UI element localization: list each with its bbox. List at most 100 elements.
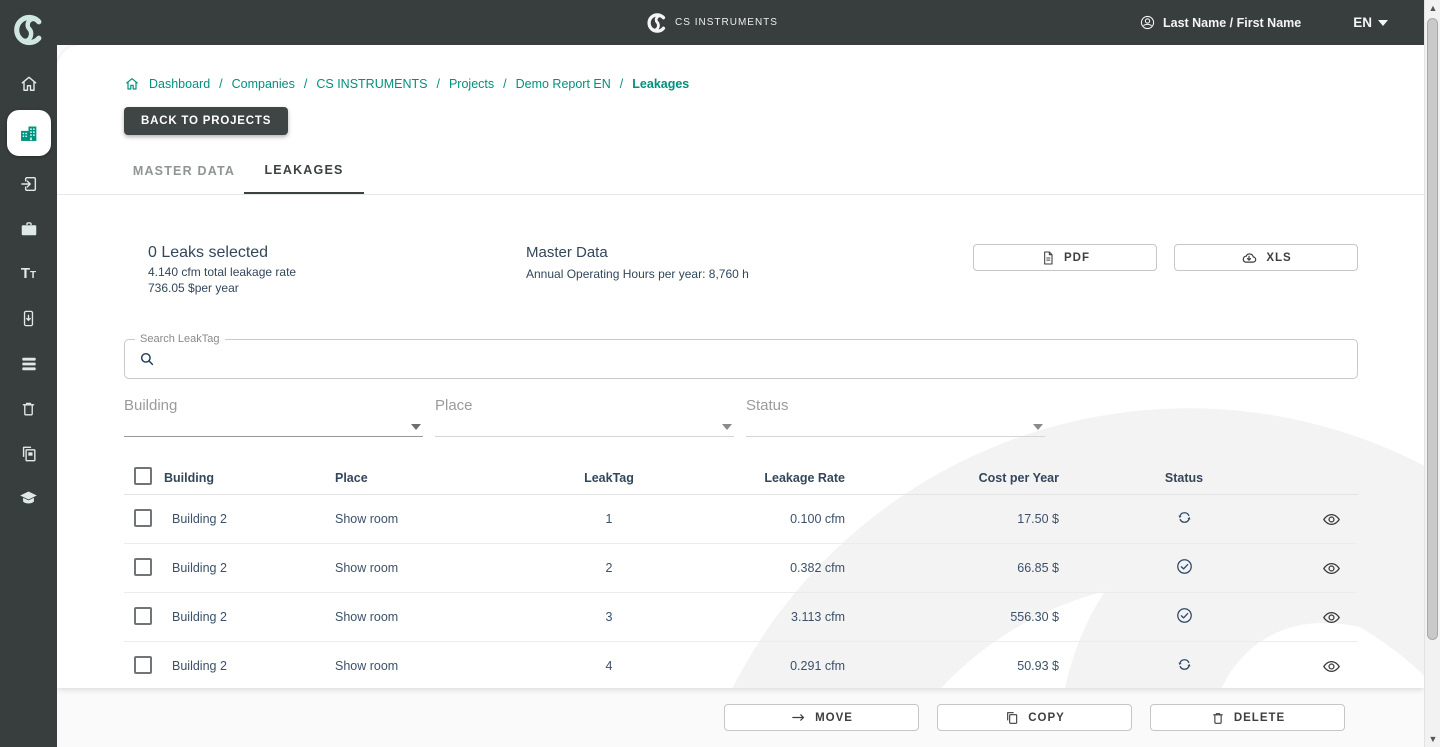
table-row: Building 2 Show room 4 0.291 cfm 50.93 $	[124, 642, 1358, 688]
eye-icon	[1322, 608, 1341, 627]
topbar: › CS INSTRUMENTS Last Name / First Name …	[0, 0, 1424, 45]
cs-logo-icon	[12, 13, 46, 47]
row-place: Show room	[324, 610, 564, 624]
sidebar-item-projects[interactable]	[7, 206, 51, 251]
view-leak-button[interactable]	[1322, 657, 1341, 676]
brand-name: CS INSTRUMENTS	[675, 17, 778, 28]
chevron-down-icon	[1033, 424, 1043, 430]
row-checkbox[interactable]	[134, 509, 152, 527]
total-leakage-rate: 4.140 cfm total leakage rate	[148, 265, 526, 280]
row-leakage-rate: 0.100 cfm	[654, 512, 849, 526]
table-header-row: Building Place LeakTag Leakage Rate Cost…	[124, 461, 1358, 495]
sidebar-item-text-format[interactable]: TT	[7, 251, 51, 296]
trash-icon	[19, 399, 38, 418]
sidebar: TT	[0, 0, 57, 747]
sidebar-item-reports[interactable]	[7, 431, 51, 476]
row-place: Show room	[324, 659, 564, 673]
list-dns-icon	[19, 354, 39, 374]
buildings-icon	[18, 123, 39, 144]
tab-leakages[interactable]: LEAKAGES	[244, 147, 364, 194]
row-building: Building 2	[164, 561, 324, 575]
breadcrumb-item[interactable]: Companies	[232, 77, 295, 91]
login-exit-icon	[19, 174, 39, 194]
eye-icon	[1322, 657, 1341, 676]
row-cost-per-year: 50.93 $	[849, 659, 1064, 673]
pdf-document-icon	[1040, 250, 1056, 266]
annual-operating-hours: Annual Operating Hours per year: 8,760 h	[526, 267, 973, 281]
copy-documents-icon	[19, 444, 39, 464]
breadcrumb-item[interactable]: Dashboard	[149, 77, 210, 91]
tab-master-data[interactable]: MASTER DATA	[124, 147, 244, 194]
breadcrumb-item[interactable]: Projects	[449, 77, 494, 91]
select-all-checkbox[interactable]	[134, 467, 152, 485]
search-input[interactable]	[156, 340, 1357, 378]
row-checkbox[interactable]	[134, 607, 152, 625]
status-filter-select[interactable]: Status	[746, 394, 1045, 437]
scrollbar-thumb[interactable]	[1427, 18, 1438, 640]
row-building: Building 2	[164, 610, 324, 624]
place-filter-select[interactable]: Place	[435, 394, 734, 437]
breadcrumb-separator: /	[503, 77, 506, 91]
row-place: Show room	[324, 512, 564, 526]
chevron-down-icon	[411, 424, 421, 430]
scroll-down-arrow-icon[interactable]: ▼	[1425, 731, 1440, 747]
search-field: Search LeakTag	[124, 339, 1358, 379]
back-to-projects-button[interactable]: BACK TO PROJECTS	[124, 107, 288, 135]
view-leak-button[interactable]	[1322, 608, 1341, 627]
sidebar-item-home[interactable]	[7, 61, 51, 106]
delete-button[interactable]: DELETE	[1150, 704, 1345, 731]
tab-bar: MASTER DATA LEAKAGES	[57, 147, 1424, 195]
place-filter-label: Place	[435, 394, 734, 414]
pdf-export-button[interactable]: PDF	[973, 244, 1157, 271]
brand: CS INSTRUMENTS	[646, 0, 778, 45]
sidebar-item-education[interactable]	[7, 476, 51, 521]
row-checkbox[interactable]	[134, 558, 152, 576]
check-circle-icon	[1175, 557, 1194, 576]
sidebar-item-list[interactable]	[7, 341, 51, 386]
chevron-down-icon	[1378, 20, 1388, 26]
column-header-place: Place	[324, 471, 564, 485]
building-filter-select[interactable]: Building	[124, 394, 423, 437]
column-header-building: Building	[164, 471, 324, 485]
column-header-cost-per-year: Cost per Year	[849, 471, 1064, 485]
sidebar-item-login[interactable]	[7, 161, 51, 206]
breadcrumb-separator: /	[620, 77, 623, 91]
cloud-download-icon	[1240, 249, 1258, 267]
move-button[interactable]: MOVE	[724, 704, 919, 731]
sync-icon	[1175, 508, 1194, 527]
row-cost-per-year: 17.50 $	[849, 512, 1064, 526]
breadcrumb-item: Leakages	[632, 77, 689, 91]
view-leak-button[interactable]	[1322, 559, 1341, 578]
user-menu[interactable]: Last Name / First Name	[1139, 14, 1301, 31]
copy-icon	[1004, 710, 1020, 726]
column-header-leakage-rate: Leakage Rate	[654, 471, 849, 485]
cost-per-year-total: 736.05 $per year	[148, 281, 526, 296]
scroll-up-arrow-icon[interactable]: ▲	[1425, 0, 1440, 16]
sidebar-item-companies[interactable]	[7, 110, 51, 156]
chevron-down-icon	[722, 424, 732, 430]
table-row: Building 2 Show room 2 0.382 cfm 66.85 $	[124, 544, 1358, 593]
eye-icon	[1322, 510, 1341, 529]
eye-icon	[1322, 559, 1341, 578]
row-leakage-rate: 0.382 cfm	[654, 561, 849, 575]
status-badge	[1175, 557, 1194, 576]
language-switcher[interactable]: EN	[1353, 15, 1388, 30]
table-row: Building 2 Show room 3 3.113 cfm 556.30 …	[124, 593, 1358, 642]
leakages-table: Building Place LeakTag Leakage Rate Cost…	[124, 461, 1358, 688]
row-checkbox[interactable]	[134, 656, 152, 674]
bulk-actions-bar: MOVE COPY DELETE	[724, 704, 1345, 731]
breadcrumb-item[interactable]: CS INSTRUMENTS	[316, 77, 427, 91]
xls-export-button[interactable]: XLS	[1174, 244, 1358, 271]
home-icon	[19, 74, 39, 94]
breadcrumb: Dashboard/Companies/CS INSTRUMENTS/Proje…	[124, 76, 1424, 92]
copy-button[interactable]: COPY	[937, 704, 1132, 731]
sidebar-item-mobile[interactable]	[7, 296, 51, 341]
view-leak-button[interactable]	[1322, 510, 1341, 529]
delete-button-label: DELETE	[1234, 712, 1285, 724]
row-building: Building 2	[164, 659, 324, 673]
sidebar-item-trash[interactable]	[7, 386, 51, 431]
xls-button-label: XLS	[1266, 252, 1291, 264]
trash-icon	[1210, 710, 1226, 726]
move-button-label: MOVE	[815, 712, 853, 724]
breadcrumb-item[interactable]: Demo Report EN	[516, 77, 611, 91]
